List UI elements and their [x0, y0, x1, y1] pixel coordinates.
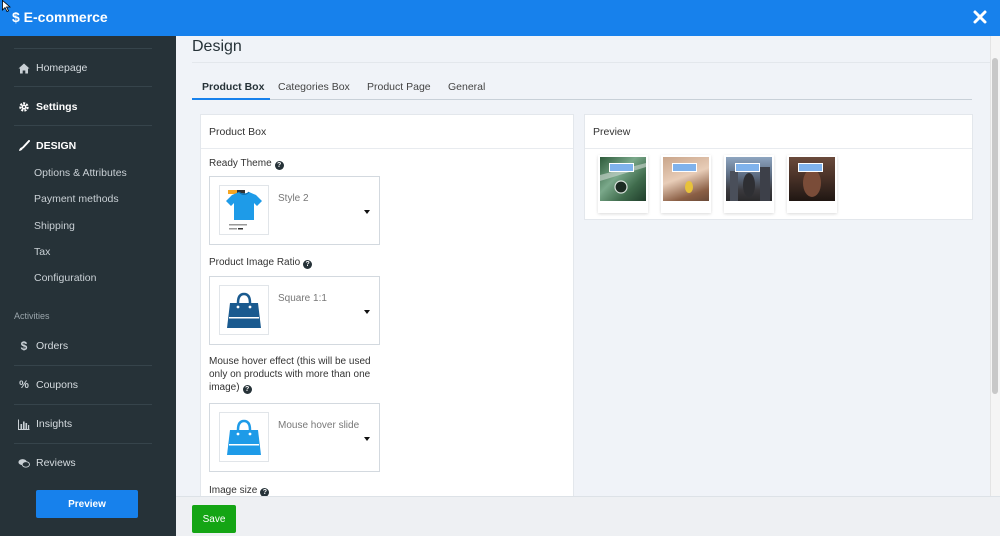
- sidebar-item-label: DESIGN: [36, 140, 77, 152]
- app-header: $ E-commerce: [0, 0, 1000, 36]
- mouse-cursor-icon: [2, 0, 11, 12]
- image-ratio-select[interactable]: Square 1:1: [209, 276, 380, 345]
- chat-icon: [18, 457, 30, 469]
- panel-title: Product Box: [209, 126, 267, 138]
- sidebar-item-label: Homepage: [36, 62, 88, 74]
- tab-product-box[interactable]: Product Box: [202, 81, 264, 93]
- preview-product-card[interactable]: [724, 155, 774, 213]
- sidebar-subitem-configuration[interactable]: Configuration: [34, 272, 96, 284]
- sidebar-item-coupons[interactable]: % Coupons: [18, 376, 78, 394]
- sidebar-divider: [14, 443, 152, 444]
- product-badge: [798, 163, 823, 172]
- scrollbar-thumb[interactable]: [992, 58, 998, 394]
- sidebar-item-label: Insights: [36, 418, 73, 430]
- tab-general[interactable]: General: [448, 81, 485, 93]
- page-title: Design: [192, 38, 242, 55]
- product-badge: [609, 163, 634, 172]
- sidebar-subitem-options[interactable]: Options & Attributes: [34, 167, 127, 179]
- image-ratio-label: Product Image Ratio?: [209, 256, 313, 269]
- main-content: Design Product Box Categories Box Produc…: [176, 36, 990, 496]
- product-box-panel: Product Box Ready Theme? Style 2 Product…: [200, 114, 574, 496]
- ready-theme-label: Ready Theme?: [209, 157, 284, 170]
- tab-product-page[interactable]: Product Page: [367, 81, 431, 93]
- help-icon[interactable]: ?: [242, 385, 252, 394]
- help-icon[interactable]: ?: [274, 161, 284, 170]
- bar-chart-icon: [18, 418, 30, 430]
- field-label-line: Mouse hover effect (this will be used: [209, 356, 371, 367]
- panel-header: Preview: [585, 115, 972, 149]
- sidebar-item-settings[interactable]: Settings: [18, 98, 77, 116]
- help-icon[interactable]: ?: [260, 488, 270, 496]
- footer-bar: Save: [176, 496, 1000, 536]
- sidebar-item-design[interactable]: DESIGN: [18, 137, 76, 155]
- tab-categories-box[interactable]: Categories Box: [278, 81, 350, 93]
- sidebar-item-homepage[interactable]: Homepage: [18, 59, 87, 77]
- ready-theme-select[interactable]: Style 2: [209, 176, 380, 245]
- field-label-text: Image size: [209, 485, 258, 496]
- image-size-label: Image size?: [209, 484, 270, 496]
- panel-header: Product Box: [201, 115, 573, 149]
- sidebar-item-label: Settings: [36, 101, 78, 113]
- product-badge: [672, 163, 697, 172]
- app-title: $ E-commerce: [12, 9, 108, 25]
- preview-panel: Preview: [584, 114, 973, 220]
- sidebar-subitem-tax[interactable]: Tax: [34, 246, 50, 258]
- dollar-icon: $: [20, 339, 28, 353]
- product-badge: [735, 163, 760, 172]
- selected-value: Square 1:1: [278, 293, 327, 304]
- sidebar-divider: [14, 404, 152, 405]
- close-icon[interactable]: [972, 9, 988, 25]
- sidebar-divider: [14, 125, 152, 126]
- ratio-thumbnail: [219, 285, 269, 335]
- save-button[interactable]: Save: [192, 505, 236, 533]
- home-icon: [18, 62, 30, 74]
- title-divider: [192, 62, 990, 63]
- sidebar-item-reviews[interactable]: Reviews: [18, 454, 76, 472]
- panel-title: Preview: [593, 126, 631, 138]
- sidebar-subitem-shipping[interactable]: Shipping: [34, 220, 75, 232]
- preview-product-card[interactable]: [598, 155, 648, 213]
- theme-thumbnail: [219, 185, 269, 235]
- hover-effect-label: Mouse hover effect (this will be used on…: [209, 355, 389, 394]
- sidebar-item-label: Orders: [36, 340, 69, 352]
- tab-bar: Product Box Categories Box Product Page …: [192, 76, 972, 100]
- sidebar-subitem-payment[interactable]: Payment methods: [34, 193, 119, 205]
- preview-product-card[interactable]: [661, 155, 711, 213]
- sidebar-item-orders[interactable]: $ Orders: [18, 337, 68, 355]
- chevron-down-icon: [364, 310, 370, 314]
- sidebar-item-label: Coupons: [36, 379, 79, 391]
- preview-product-card[interactable]: [787, 155, 837, 213]
- sidebar: Homepage Settings DESIGN Options & Attri…: [0, 36, 176, 536]
- sidebar-item-label: Reviews: [36, 457, 76, 469]
- sidebar-divider: [14, 86, 152, 87]
- chevron-down-icon: [364, 210, 370, 214]
- chevron-down-icon: [364, 437, 370, 441]
- selected-value: Mouse hover slide: [278, 420, 360, 431]
- help-icon[interactable]: ?: [303, 260, 313, 269]
- field-label-text: Ready Theme: [209, 158, 272, 169]
- field-label-line: only on products with more than one: [209, 369, 371, 380]
- hover-effect-select[interactable]: Mouse hover slide: [209, 403, 380, 472]
- active-tab-indicator: [192, 98, 270, 100]
- selected-value: Style 2: [278, 193, 309, 204]
- percent-icon: %: [19, 379, 29, 391]
- field-label-text: Product Image Ratio: [209, 257, 301, 268]
- sidebar-divider: [14, 365, 152, 366]
- brush-icon: [18, 140, 30, 152]
- sidebar-divider: [14, 48, 152, 49]
- gear-icon: [18, 101, 30, 113]
- preview-button[interactable]: Preview: [36, 490, 138, 518]
- sidebar-section-label: Activities: [14, 311, 50, 321]
- field-label-line: image): [209, 382, 240, 393]
- sidebar-item-insights[interactable]: Insights: [18, 415, 72, 433]
- hover-thumbnail: [219, 412, 269, 462]
